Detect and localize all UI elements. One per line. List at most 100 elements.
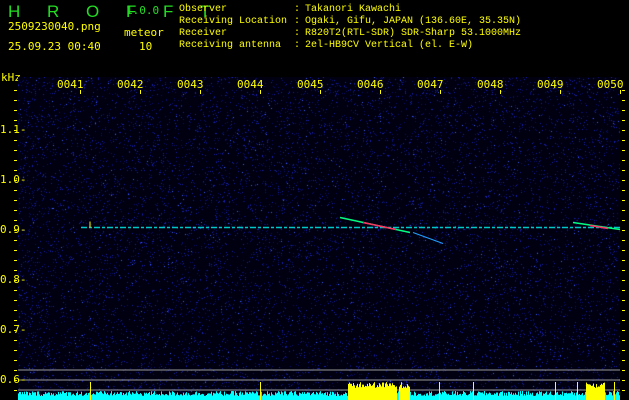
histogram-bar xyxy=(422,395,423,400)
histogram-bar xyxy=(205,395,206,400)
histogram-bar xyxy=(112,395,113,400)
histogram-bar xyxy=(324,393,325,400)
histogram-bar xyxy=(142,395,143,400)
histogram-bar xyxy=(587,383,588,400)
histogram-bar xyxy=(568,393,569,400)
histogram-bar xyxy=(470,391,471,400)
histogram-bar xyxy=(48,392,49,400)
histogram-bar xyxy=(615,394,616,400)
histogram-bar xyxy=(218,393,219,400)
histogram-bar xyxy=(152,394,153,400)
histogram-bar xyxy=(162,394,163,400)
y-minor-tick xyxy=(14,310,17,311)
histogram-bar xyxy=(514,394,515,400)
histogram-bar xyxy=(276,393,277,400)
y-minor-tick xyxy=(14,220,17,221)
histogram-bar xyxy=(416,395,417,400)
histogram-bar xyxy=(182,395,183,400)
histogram-bar xyxy=(200,394,201,400)
histogram-bar xyxy=(535,395,536,400)
histogram-bar xyxy=(291,391,292,400)
histogram-bar xyxy=(348,383,349,400)
histogram-bar xyxy=(619,395,620,400)
histogram-bar xyxy=(233,391,234,400)
x-tick-mark xyxy=(500,90,501,94)
histogram-bar xyxy=(187,395,188,400)
histogram-bar xyxy=(39,394,40,400)
histogram-bar xyxy=(207,393,208,400)
histogram-bar xyxy=(259,395,260,400)
histogram-bar xyxy=(219,392,220,400)
histogram-bar xyxy=(434,395,435,400)
histogram-bar xyxy=(406,387,407,400)
histogram-bar xyxy=(253,392,254,400)
histogram-bar xyxy=(503,395,504,400)
histogram-bar xyxy=(106,394,107,400)
histogram-bar xyxy=(542,395,543,400)
histogram-bar xyxy=(395,387,396,400)
histogram-bar xyxy=(528,391,529,400)
histogram-bar xyxy=(560,394,561,400)
histogram-bar xyxy=(63,391,64,400)
y-minor-tick xyxy=(14,380,17,381)
histogram-bar xyxy=(461,395,462,400)
histogram-bar xyxy=(312,392,313,400)
histogram-bar xyxy=(266,395,267,400)
histogram-bar xyxy=(74,394,75,400)
histogram-bar xyxy=(454,393,455,400)
histogram-bar xyxy=(501,391,502,400)
histogram-bar xyxy=(135,393,136,400)
histogram-bar xyxy=(371,385,372,400)
histogram-bar xyxy=(146,392,147,400)
histogram-bar xyxy=(297,395,298,400)
histogram-bar xyxy=(544,393,545,400)
y-minor-tick xyxy=(622,140,625,141)
histogram-bar xyxy=(302,392,303,400)
histogram-bar xyxy=(275,392,276,400)
histogram-bar xyxy=(322,393,323,400)
y-minor-tick xyxy=(622,250,625,251)
histogram-bar xyxy=(94,394,95,400)
histogram-bar xyxy=(383,382,384,400)
histogram-bar xyxy=(46,393,47,400)
histogram-bar xyxy=(239,392,240,400)
histogram-bar xyxy=(231,391,232,400)
histogram-bar xyxy=(296,394,297,400)
spectrogram xyxy=(18,77,620,400)
histogram-bar xyxy=(254,393,255,400)
histogram-bar xyxy=(224,391,225,400)
histogram-bar xyxy=(369,383,370,400)
histogram-bar xyxy=(327,392,328,400)
histogram-bar xyxy=(566,392,567,400)
histogram-bar xyxy=(67,395,68,400)
histogram-bar xyxy=(119,393,120,400)
histogram-bar xyxy=(149,391,150,400)
y-minor-tick xyxy=(622,170,625,171)
y-minor-tick xyxy=(14,210,17,211)
histogram-bar xyxy=(592,385,593,400)
histogram-bar xyxy=(413,395,414,400)
histogram-bar xyxy=(410,391,411,400)
histogram-bar xyxy=(22,392,23,400)
histogram-bar xyxy=(263,394,264,400)
histogram-bar xyxy=(126,392,127,400)
histogram-bar xyxy=(494,393,495,400)
histogram-bar xyxy=(114,392,115,400)
histogram-bar xyxy=(553,395,554,400)
histogram-bar xyxy=(88,393,89,400)
histogram-bar xyxy=(133,393,134,400)
histogram-bar xyxy=(540,392,541,400)
histogram-bar xyxy=(113,393,114,400)
histogram-bar xyxy=(136,391,137,400)
histogram-bar xyxy=(176,394,177,400)
histogram-bar xyxy=(382,382,383,400)
histogram-bar xyxy=(576,392,577,400)
histogram-bar xyxy=(317,393,318,400)
histogram-bar xyxy=(21,394,22,400)
info-sep: : xyxy=(294,16,301,27)
histogram-bar xyxy=(24,391,25,400)
histogram-bar xyxy=(570,393,571,400)
histogram-bar xyxy=(595,387,596,400)
histogram-bar xyxy=(504,392,505,400)
histogram-bar xyxy=(183,392,184,400)
